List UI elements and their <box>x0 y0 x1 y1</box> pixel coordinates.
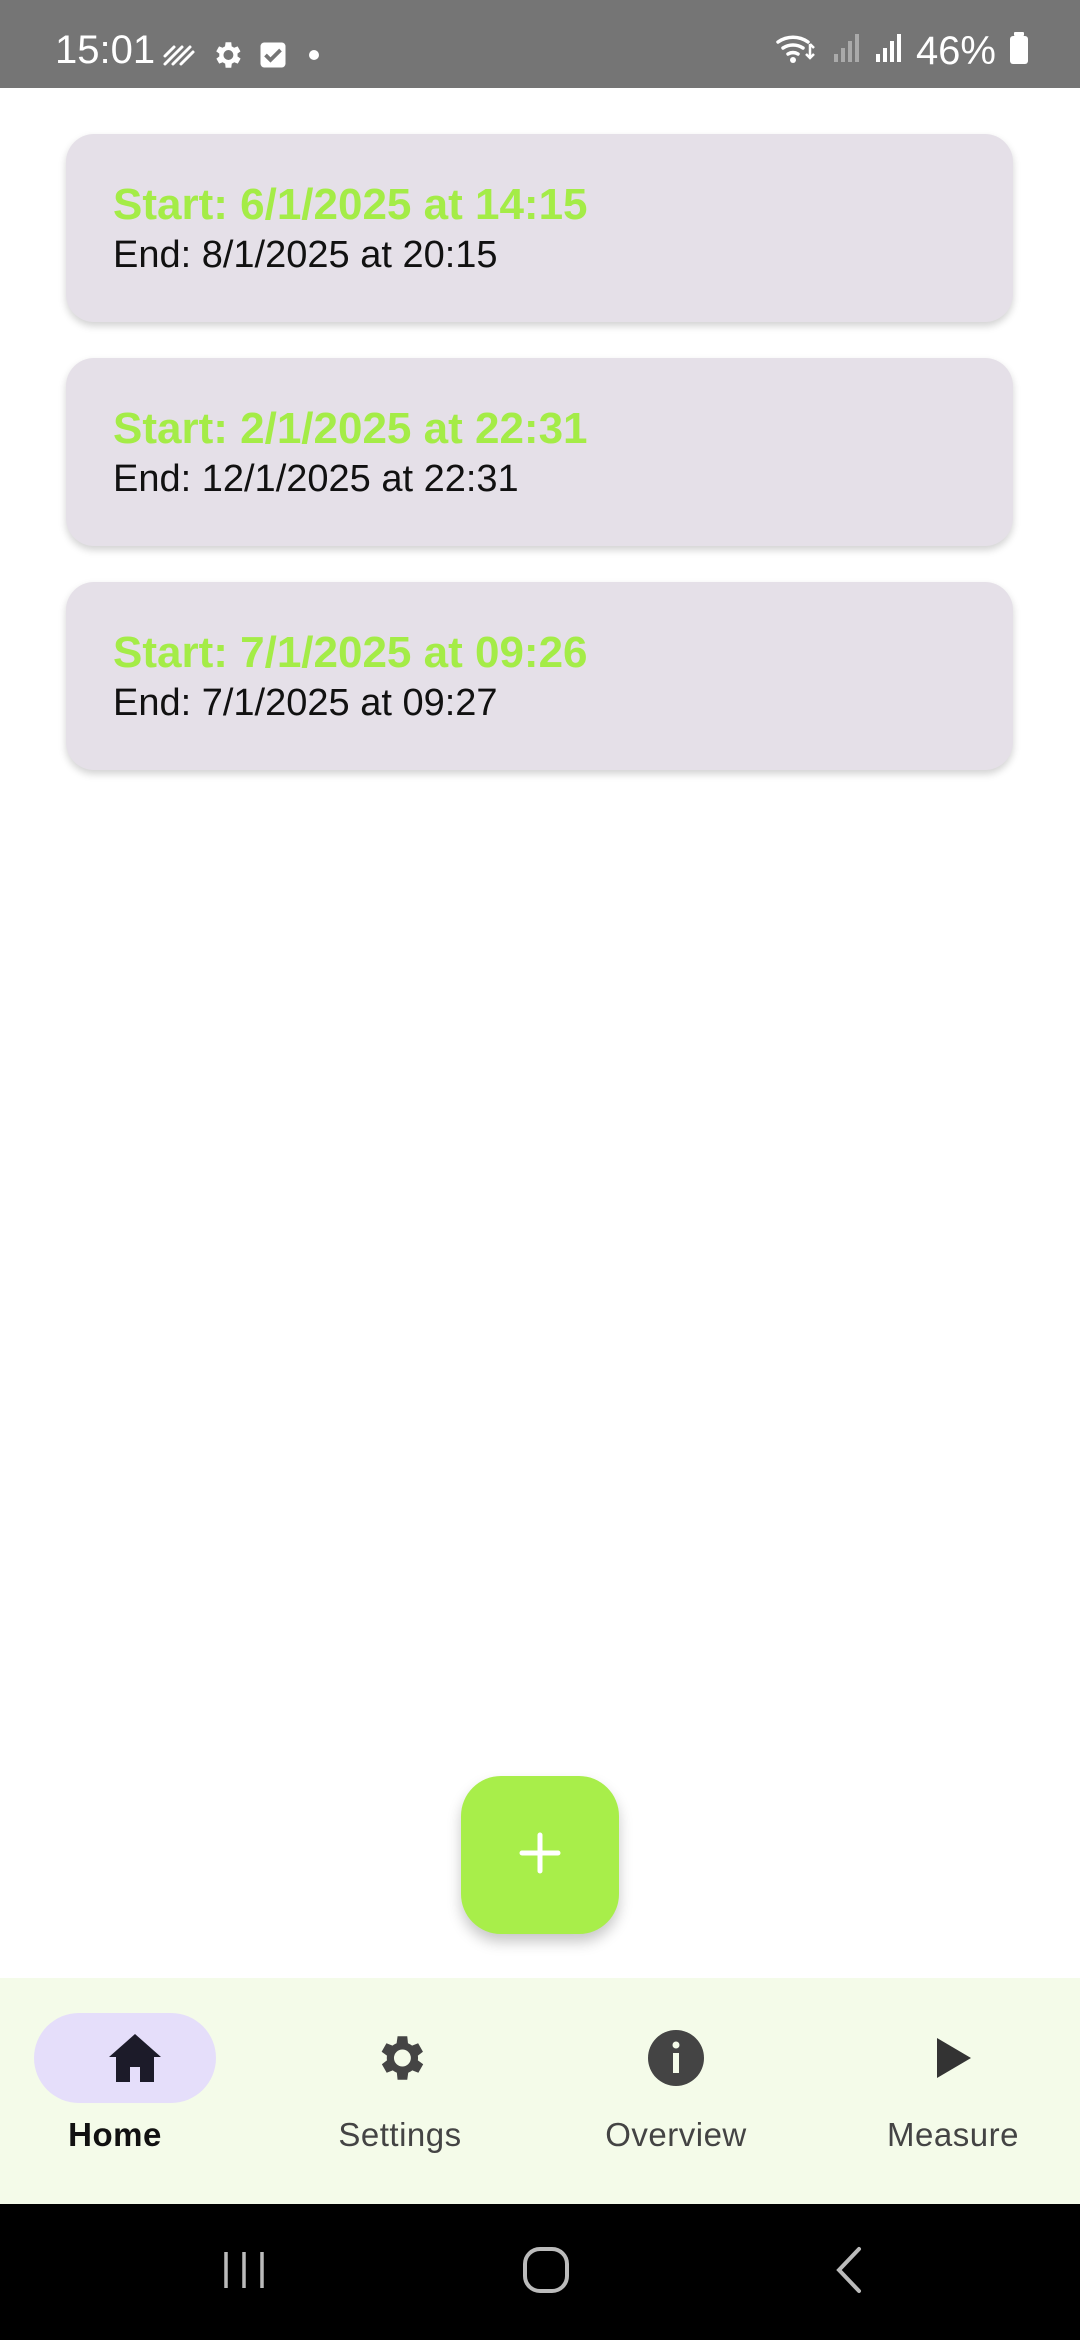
gear-icon <box>371 2029 429 2087</box>
settings-icon <box>210 38 244 77</box>
nav-item-measure[interactable]: Measure <box>818 1978 1080 2204</box>
recent-apps-icon <box>220 2248 268 2297</box>
nav-item-home[interactable]: Home <box>0 1978 270 2204</box>
status-bar: 15:01 46% <box>0 0 1080 88</box>
status-right-icons: 46% <box>774 30 1030 71</box>
home-circle-icon <box>522 2246 570 2299</box>
nav-label-settings: Settings <box>338 2116 462 2153</box>
home-icon <box>106 2031 164 2085</box>
info-icon <box>647 2029 705 2087</box>
plus-icon <box>516 1829 564 1882</box>
nav-item-overview[interactable]: Overview <box>541 1978 811 2204</box>
session-start: Start: 2/1/2025 at 22:31 <box>113 404 588 453</box>
back-button[interactable] <box>768 2204 928 2340</box>
dot-icon <box>302 43 326 72</box>
battery-icon <box>1008 31 1030 70</box>
session-start: Start: 7/1/2025 at 09:26 <box>113 628 588 677</box>
signal-icon <box>874 32 904 69</box>
session-end: End: 8/1/2025 at 20:15 <box>113 234 498 276</box>
nav-label-home: Home <box>68 2116 162 2153</box>
battery-percent: 46% <box>915 28 996 73</box>
session-end: End: 7/1/2025 at 09:27 <box>113 682 498 724</box>
checkbox-icon <box>258 40 288 75</box>
bottom-navigation: Home Settings Overview Measure <box>0 1978 1080 2204</box>
activity-icon <box>162 42 196 73</box>
nav-item-settings[interactable]: Settings <box>265 1978 535 2204</box>
status-left-icons <box>162 38 326 77</box>
signal-icon <box>832 32 862 69</box>
session-card[interactable]: Start: 7/1/2025 at 09:26 End: 7/1/2025 a… <box>66 582 1013 770</box>
nav-label-overview: Overview <box>605 2116 747 2153</box>
system-navigation-bar <box>0 2204 1080 2340</box>
wifi-icon <box>774 30 820 71</box>
session-card[interactable]: Start: 6/1/2025 at 14:15 End: 8/1/2025 a… <box>66 134 1013 322</box>
session-end: End: 12/1/2025 at 22:31 <box>113 458 519 500</box>
status-time: 15:01 <box>55 28 156 72</box>
recent-apps-button[interactable] <box>164 2204 324 2340</box>
session-card[interactable]: Start: 2/1/2025 at 22:31 End: 12/1/2025 … <box>66 358 1013 546</box>
add-button[interactable] <box>461 1776 619 1934</box>
nav-label-measure: Measure <box>887 2116 1019 2153</box>
home-system-button[interactable] <box>466 2204 626 2340</box>
session-start: Start: 6/1/2025 at 14:15 <box>113 180 588 229</box>
play-icon <box>933 2036 973 2080</box>
back-icon <box>831 2245 865 2300</box>
